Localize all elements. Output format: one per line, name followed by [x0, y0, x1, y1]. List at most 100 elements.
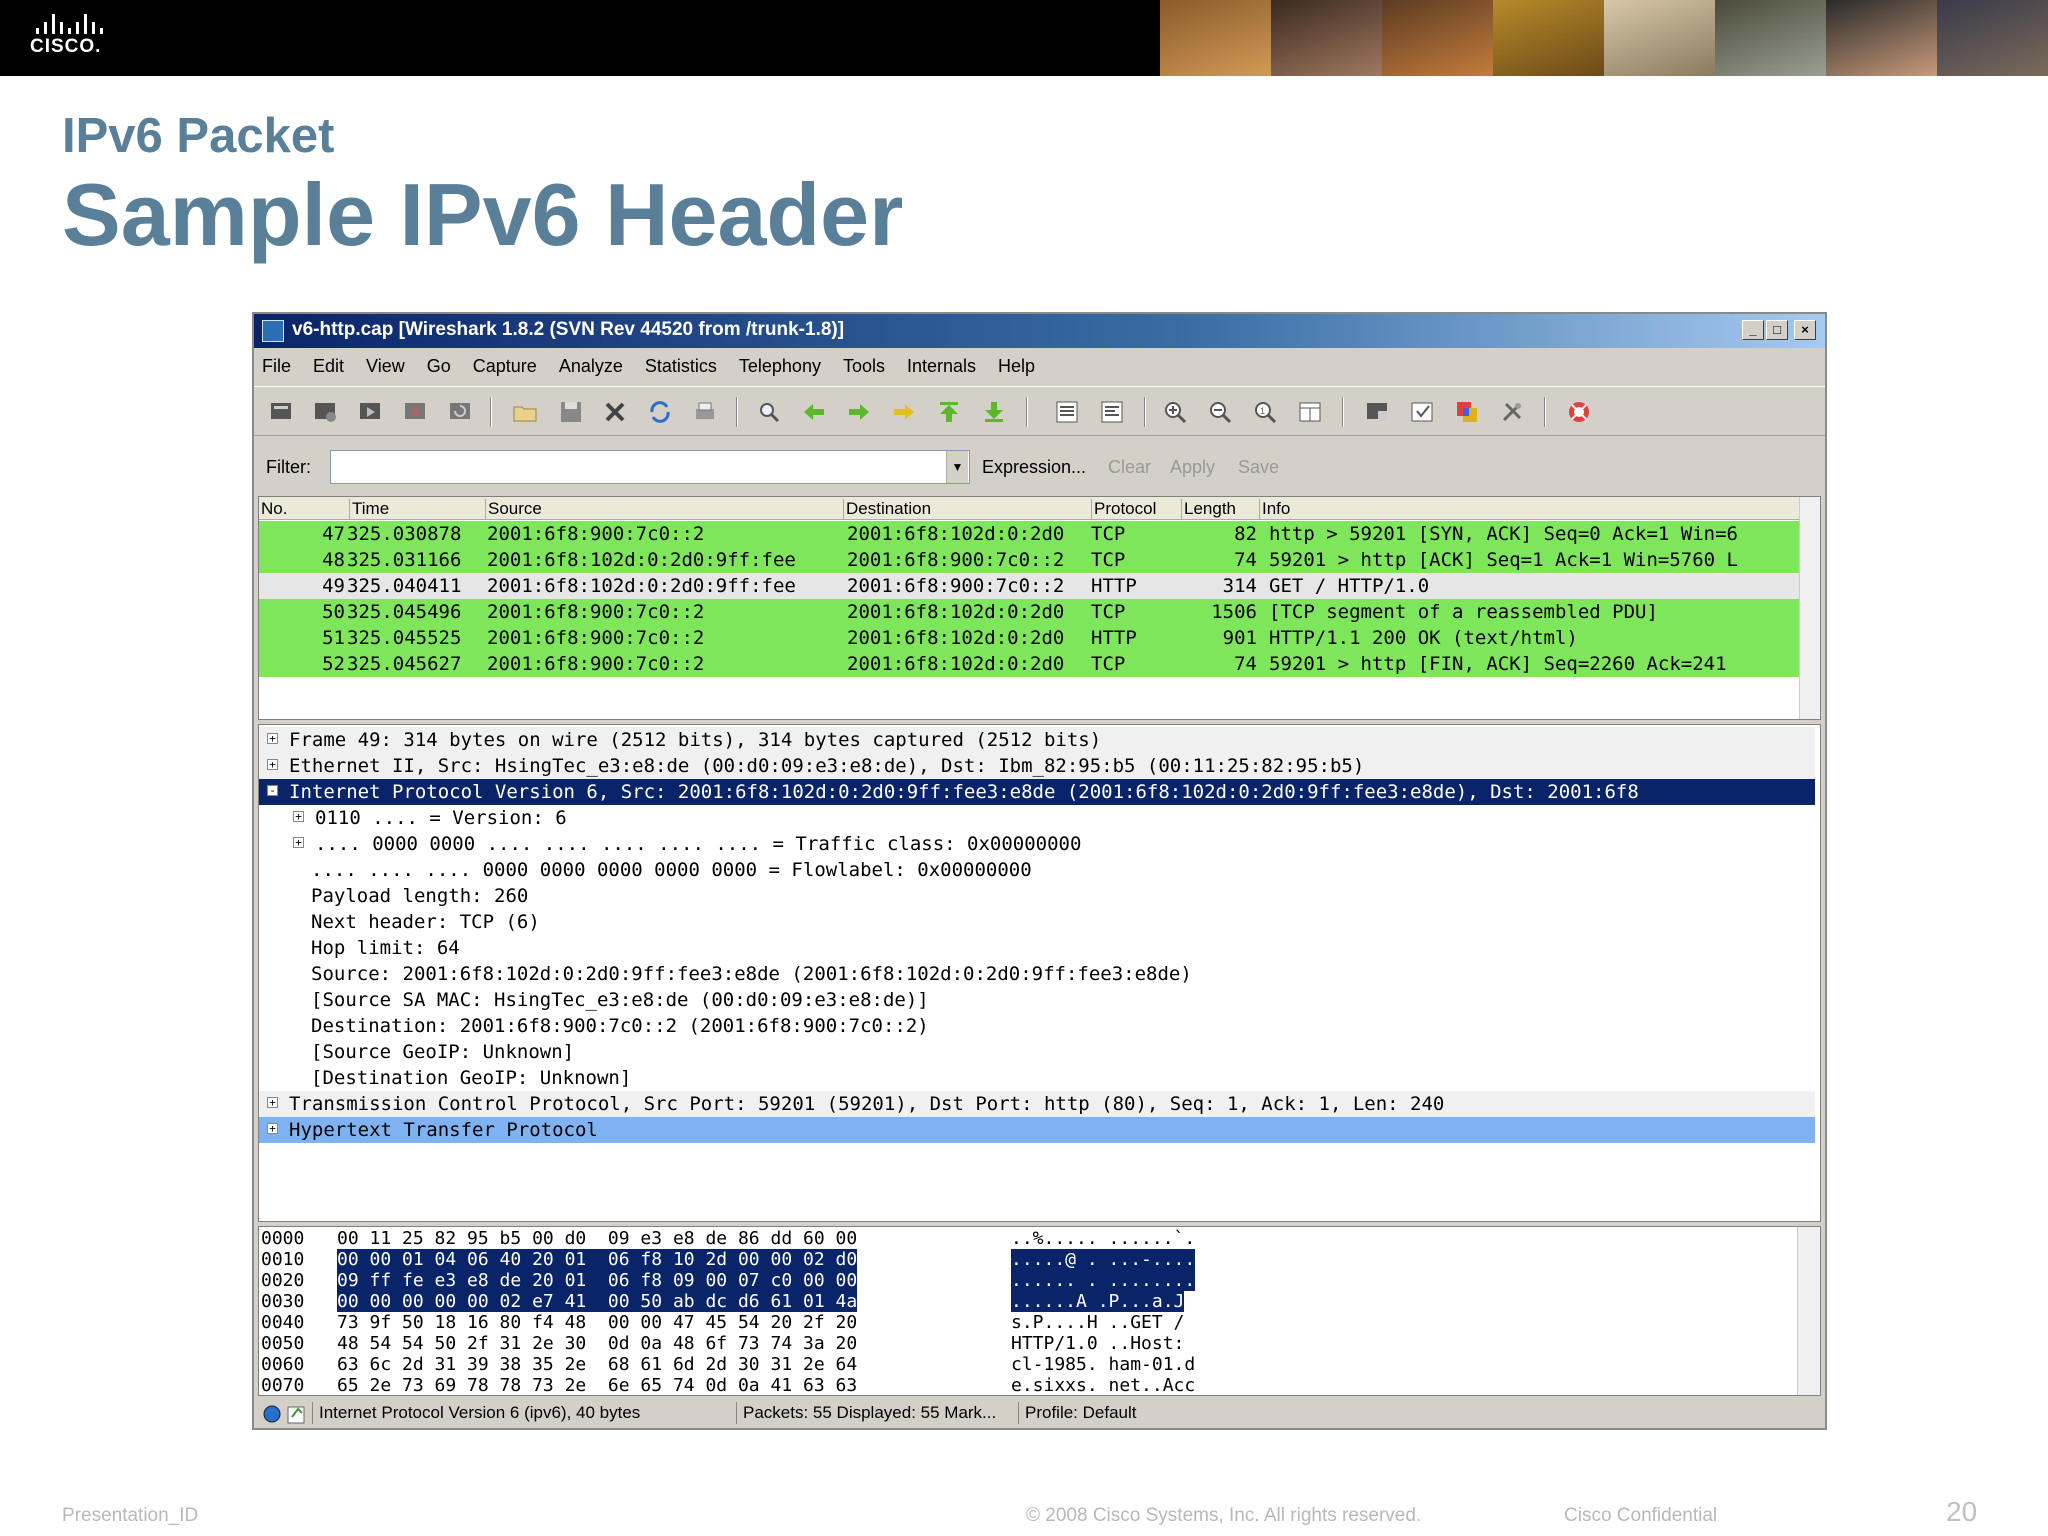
find-packet-icon[interactable] [756, 399, 782, 425]
window-titlebar[interactable]: v6-http.cap [Wireshark 1.8.2 (SVN Rev 44… [254, 314, 1825, 348]
close-button[interactable]: × [1794, 320, 1816, 340]
column-source[interactable]: Source [485, 499, 542, 519]
restart-capture-icon[interactable] [447, 399, 473, 425]
zoom-out-icon[interactable] [1207, 399, 1233, 425]
packet-row[interactable]: 51 325.045525 2001:6f8:900:7c0::2 2001:6f8:… [259, 625, 1799, 651]
reload-icon[interactable] [647, 399, 673, 425]
hex-off[interactable]: 0030 [261, 1291, 304, 1312]
hex-ascii[interactable]: .....@ . ...-.... [1011, 1249, 1196, 1270]
menu-go[interactable]: Go [427, 356, 451, 377]
menu-edit[interactable]: Edit [313, 356, 344, 377]
open-file-icon[interactable] [512, 399, 538, 425]
maximize-button[interactable]: □ [1766, 320, 1788, 340]
hex-ascii[interactable]: HTTP/1.0 ..Host: [1011, 1333, 1195, 1354]
hex-bytes[interactable]: 00 00 01 04 06 40 20 01 06 f8 10 2d 00 0… [337, 1249, 858, 1270]
hex-bytes[interactable]: 00 11 25 82 95 b5 00 d0 09 e3 e8 de 86 d… [337, 1228, 857, 1249]
packet-row[interactable]: 48 325.031166 2001:6f8:102d:0:2d0:9ff:fee 2… [259, 547, 1799, 573]
hex-bytes[interactable]: 63 6c 2d 31 39 38 35 2e 68 61 6d 2d 30 3… [337, 1354, 857, 1375]
detail-row[interactable]: Destination: 2001:6f8:900:7c0::2 (2001:6… [259, 1013, 1815, 1039]
interface-list-icon[interactable] [268, 399, 294, 425]
column-length[interactable]: Length [1181, 499, 1236, 519]
stop-capture-icon[interactable] [402, 399, 428, 425]
expand-icon[interactable]: + [267, 759, 278, 770]
expression-button[interactable]: Expression... [982, 457, 1086, 478]
detail-row[interactable]: [Source GeoIP: Unknown] [259, 1039, 1815, 1065]
packet-row[interactable]: 49 325.040411 2001:6f8:102d:0:2d0:9ff:fee 2… [259, 573, 1799, 599]
expand-icon[interactable]: + [293, 837, 304, 848]
packet-row[interactable]: 47 325.030878 2001:6f8:900:7c0::2 2001:6f8:… [259, 521, 1799, 547]
hex-ascii[interactable]: s.P....H ..GET / [1011, 1312, 1195, 1333]
detail-row[interactable]: [Destination GeoIP: Unknown] [259, 1065, 1815, 1091]
column-protocol[interactable]: Protocol [1091, 499, 1156, 519]
menu-tools[interactable]: Tools [843, 356, 885, 377]
hex-off[interactable]: 0050 [261, 1333, 304, 1354]
coloring-rules-icon[interactable] [1454, 399, 1480, 425]
packet-row[interactable]: 50 325.045496 2001:6f8:900:7c0::2 2001:6f8:… [259, 599, 1799, 625]
hex-off[interactable]: 0040 [261, 1312, 304, 1333]
column-time[interactable]: Time [349, 499, 389, 519]
save-file-icon[interactable] [558, 399, 584, 425]
hex-bytes[interactable]: 00 00 00 00 00 02 e7 41 00 50 ab dc d6 6… [337, 1291, 858, 1312]
detail-row[interactable]: + .... 0000 0000 .... .... .... .... ....… [259, 831, 1815, 857]
close-file-icon[interactable] [602, 399, 628, 425]
start-capture-icon[interactable] [357, 399, 383, 425]
display-filters-icon[interactable] [1409, 399, 1435, 425]
capture-filters-icon[interactable] [1364, 399, 1390, 425]
hex-ascii[interactable]: ...... . ........ [1011, 1270, 1196, 1291]
detail-row[interactable]: [Source SA MAC: HsingTec_e3:e8:de (00:d0… [259, 987, 1815, 1013]
hex-off[interactable]: 0020 [261, 1270, 304, 1291]
menu-capture[interactable]: Capture [473, 356, 537, 377]
detail-row[interactable]: +0110 .... = Version: 6 [259, 805, 1815, 831]
hex-bytes[interactable]: 09 ff fe e3 e8 de 20 01 06 f8 09 00 07 c… [337, 1270, 858, 1291]
packet-row[interactable]: 52 325.045627 2001:6f8:900:7c0::2 2001:6f8:… [259, 651, 1799, 677]
hex-off[interactable]: 0060 [261, 1354, 304, 1375]
help-icon[interactable] [1566, 399, 1592, 425]
hex-off[interactable]: 0000 [261, 1228, 304, 1249]
menu-statistics[interactable]: Statistics [645, 356, 717, 377]
status-profile[interactable]: Profile: Default [1018, 1402, 1137, 1424]
menu-help[interactable]: Help [998, 356, 1035, 377]
save-filter-button[interactable]: Save [1238, 457, 1279, 478]
zoom-normal-icon[interactable]: 1 [1252, 399, 1278, 425]
column-no[interactable]: No. [259, 499, 287, 519]
hex-off[interactable]: 0070 [261, 1375, 304, 1395]
first-packet-icon[interactable] [936, 399, 962, 425]
detail-row[interactable]: .... .... .... 0000 0000 0000 0000 0000 … [259, 857, 1815, 883]
detail-row[interactable]: + Frame 49: 314 bytes on wire (2512 bits)… [259, 727, 1815, 753]
column-info[interactable]: Info [1259, 499, 1290, 519]
packet-bytes-scrollbar[interactable] [1797, 1227, 1820, 1395]
menu-analyze[interactable]: Analyze [559, 356, 623, 377]
minimize-button[interactable]: _ [1742, 320, 1764, 340]
expand-icon[interactable]: + [267, 733, 278, 744]
hex-ascii[interactable]: ..%..... ......`. [1011, 1228, 1195, 1249]
preferences-icon[interactable] [1499, 399, 1525, 425]
go-to-packet-icon[interactable] [891, 399, 917, 425]
go-forward-icon[interactable] [846, 399, 872, 425]
last-packet-icon[interactable] [981, 399, 1007, 425]
collapse-icon[interactable]: - [267, 785, 278, 796]
detail-row[interactable]: + Transmission Control Protocol, Src Port… [259, 1091, 1815, 1117]
print-icon[interactable] [692, 399, 718, 425]
detail-row[interactable]: Next header: TCP (6) [259, 909, 1815, 935]
hex-off[interactable]: 0010 [261, 1249, 304, 1270]
hex-bytes[interactable]: 73 9f 50 18 16 80 f4 48 00 00 47 45 54 2… [337, 1312, 857, 1333]
zoom-in-icon[interactable] [1162, 399, 1188, 425]
hex-ascii[interactable]: ......A .P...a.J [1011, 1291, 1185, 1312]
hex-bytes[interactable]: 65 2e 73 69 78 78 73 2e 6e 65 74 0d 0a 4… [337, 1375, 857, 1395]
detail-row[interactable]: - Internet Protocol Version 6, Src: 2001:… [259, 779, 1815, 805]
menu-internals[interactable]: Internals [907, 356, 976, 377]
filter-dropdown-arrow-icon[interactable]: ▼ [946, 451, 968, 483]
resize-columns-icon[interactable] [1297, 399, 1323, 425]
filter-input[interactable] [330, 450, 970, 484]
hex-ascii[interactable]: cl-1985. ham-01.d [1011, 1354, 1195, 1375]
packet-list-scrollbar[interactable] [1799, 497, 1820, 719]
apply-button[interactable]: Apply [1170, 457, 1215, 478]
menu-file[interactable]: File [262, 356, 291, 377]
capture-comment-icon[interactable] [286, 1403, 308, 1425]
expert-info-icon[interactable] [262, 1404, 282, 1424]
go-back-icon[interactable] [801, 399, 827, 425]
auto-scroll-icon[interactable] [1099, 399, 1125, 425]
column-destination[interactable]: Destination [843, 499, 931, 519]
hex-ascii[interactable]: e.sixxs. net..Acc [1011, 1375, 1195, 1395]
expand-icon[interactable]: + [267, 1123, 278, 1134]
